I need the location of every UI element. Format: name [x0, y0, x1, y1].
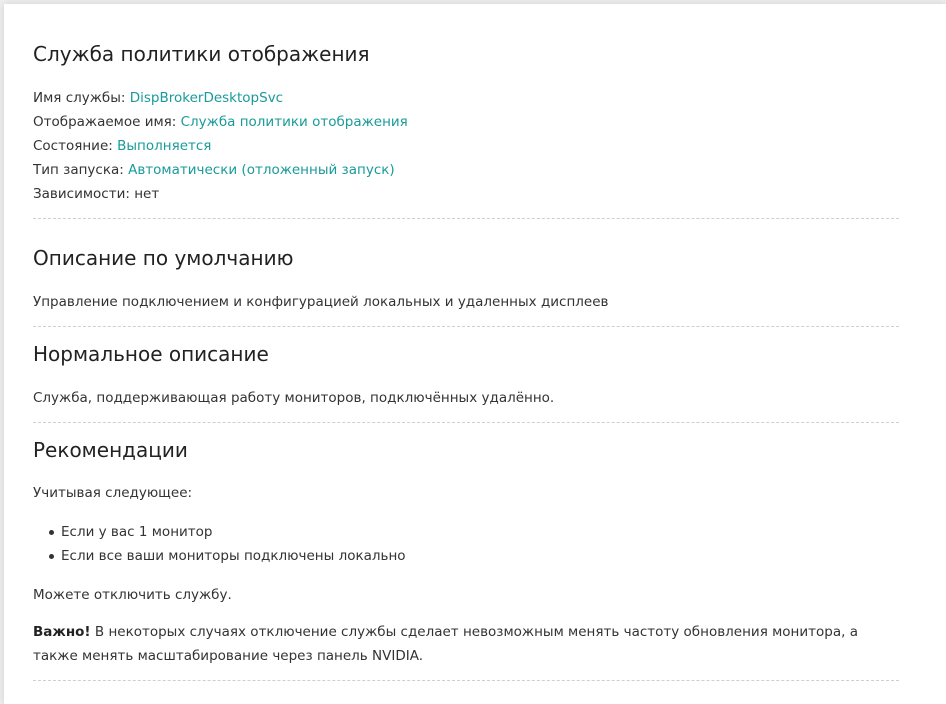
normal-description-text: Служба, поддерживающая работу мониторов,… — [33, 390, 555, 406]
list-item: Если все ваши мониторы подключены локаль… — [49, 548, 406, 564]
important-text: В некоторых случаях отключение службы сд… — [33, 624, 858, 664]
field-label: Отображаемое имя: — [33, 114, 181, 130]
section-title-normal-description: Нормальное описание — [33, 342, 269, 366]
field-value: Автоматически (отложенный запуск) — [128, 162, 395, 178]
recommendations-intro: Учитывая следующее: — [33, 485, 193, 501]
default-description-text: Управление подключением и конфигурацией … — [33, 294, 609, 310]
recommendations-conclusion: Можете отключить службу. — [33, 587, 232, 603]
field-display-name: Отображаемое имя: Служба политики отобра… — [33, 113, 408, 131]
list-item: Если у вас 1 монитор — [49, 524, 213, 540]
service-card: Служба политики отображения Имя службы: … — [4, 4, 946, 704]
field-label: Тип запуска: — [33, 162, 129, 178]
important-label: Важно! — [33, 624, 91, 640]
section-separator — [33, 422, 899, 423]
section-separator — [33, 218, 899, 219]
important-note: Важно! В некоторых случаях отключение сл… — [33, 620, 899, 668]
field-label: Имя службы: — [33, 90, 130, 106]
field-label: Состояние: — [33, 138, 118, 154]
field-value: Служба политики отображения — [180, 114, 408, 130]
field-startup-type: Тип запуска: Автоматически (отложенный з… — [33, 161, 395, 179]
field-value: Выполняется — [117, 138, 212, 154]
field-dependencies: Зависимости: нет — [33, 185, 159, 203]
section-separator — [33, 680, 899, 681]
section-title-default-description: Описание по умолчанию — [33, 246, 294, 270]
section-separator — [33, 326, 899, 327]
field-service-name: Имя службы: DispBrokerDesktopSvc — [33, 89, 283, 107]
section-title-recommendations: Рекомендации — [33, 438, 188, 462]
field-value: DispBrokerDesktopSvc — [129, 90, 284, 106]
page-title: Служба политики отображения — [33, 42, 370, 66]
field-state: Состояние: Выполняется — [33, 137, 211, 155]
field-label: Зависимости: нет — [33, 186, 160, 202]
